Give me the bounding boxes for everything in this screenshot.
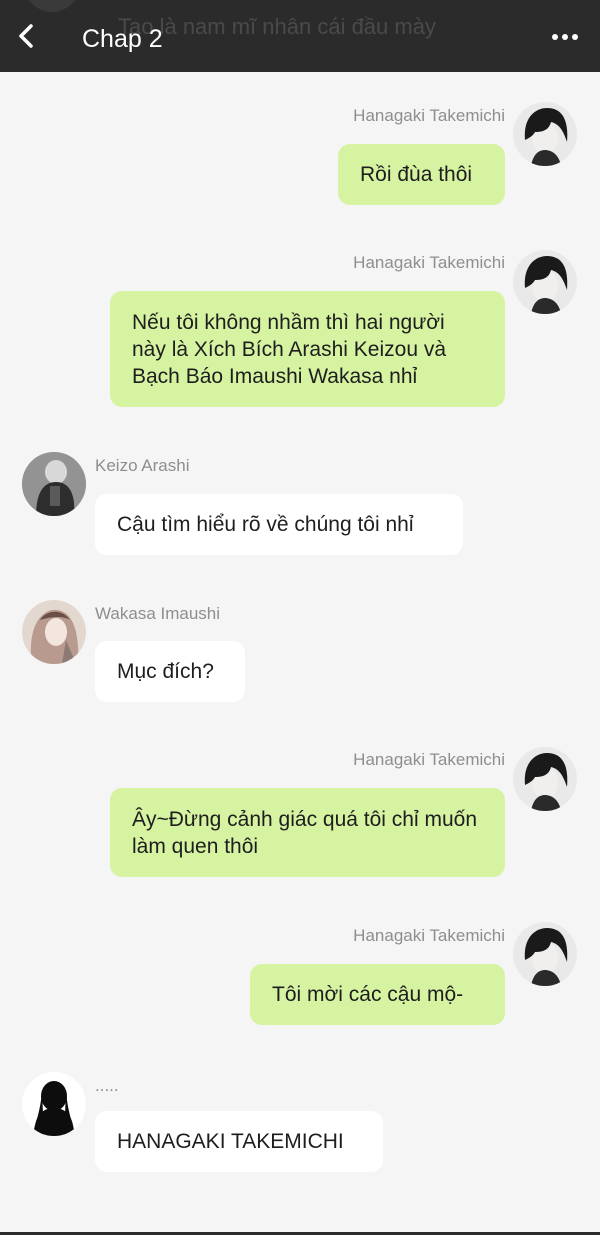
background-message-text: Tao là nam mĩ nhân cái đầu mày bbox=[118, 14, 436, 39]
more-horizontal-icon bbox=[552, 34, 578, 40]
sender-name: ..... bbox=[95, 1076, 119, 1095]
avatar[interactable] bbox=[513, 102, 577, 166]
sender-name: Keizo Arashi bbox=[95, 456, 190, 475]
avatar[interactable] bbox=[513, 922, 577, 986]
avatar[interactable] bbox=[22, 1072, 86, 1136]
message-bubble[interactable]: Tôi mời các cậu mộ- bbox=[250, 964, 505, 1025]
chevron-left-icon bbox=[19, 24, 33, 48]
sender-name: Hanagaki Takemichi bbox=[353, 253, 505, 272]
avatar-image-icon bbox=[22, 600, 86, 664]
avatar[interactable] bbox=[22, 600, 86, 664]
sender-name: Hanagaki Takemichi bbox=[353, 926, 505, 945]
background-avatar bbox=[24, 0, 80, 12]
avatar-image-icon bbox=[513, 747, 577, 811]
message-bubble[interactable]: Nếu tôi không nhầm thì hai người này là … bbox=[110, 291, 505, 407]
more-options-button[interactable] bbox=[550, 22, 580, 52]
avatar[interactable] bbox=[22, 452, 86, 516]
message-bubble[interactable]: HANAGAKI TAKEMICHI bbox=[95, 1111, 383, 1172]
silhouette-avatar-icon bbox=[22, 1072, 86, 1136]
avatar[interactable] bbox=[513, 250, 577, 314]
avatar-image-icon bbox=[513, 102, 577, 166]
back-button[interactable] bbox=[10, 20, 42, 52]
sender-name: Hanagaki Takemichi bbox=[353, 750, 505, 769]
top-bar: Tao là nam mĩ nhân cái đầu mày Chap 2 bbox=[0, 0, 600, 72]
sender-name: Wakasa Imaushi bbox=[95, 604, 221, 623]
message-bubble[interactable]: Ây~Đừng cảnh giác quá tôi chỉ muốn làm q… bbox=[110, 788, 505, 877]
message-bubble[interactable]: Cậu tìm hiểu rõ về chúng tôi nhỉ bbox=[95, 494, 463, 555]
message-bubble[interactable]: Mục đích? bbox=[95, 641, 245, 702]
sender-name: Hanagaki Takemichi bbox=[353, 106, 505, 125]
avatar-image-icon bbox=[22, 452, 86, 516]
avatar-image-icon bbox=[513, 250, 577, 314]
page-title: Chap 2 bbox=[82, 25, 163, 53]
avatar-image-icon bbox=[513, 922, 577, 986]
message-bubble[interactable]: Rồi đùa thôi bbox=[338, 144, 505, 205]
avatar[interactable] bbox=[513, 747, 577, 811]
